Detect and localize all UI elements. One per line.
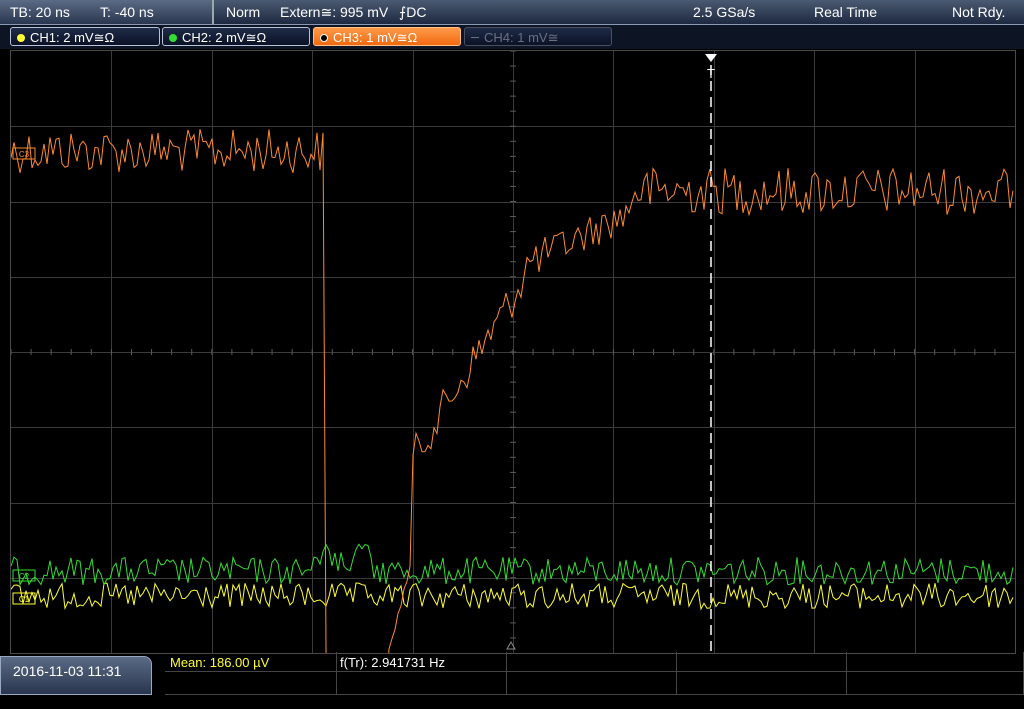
ch3-trace — [10, 129, 1014, 702]
ch3-dot-icon — [320, 34, 328, 42]
ch2-offset-marker-text: C2 — [19, 572, 30, 581]
acquisition-label: Real Time — [814, 4, 878, 20]
meas-cell-3 — [507, 652, 677, 672]
channel-tab-ch2[interactable]: CH2: 2 mV≅Ω — [162, 27, 310, 46]
timebase-label: TB: 20 ns — [10, 4, 70, 20]
waveform-display[interactable]: T C3 C2 C1 — [10, 50, 1016, 702]
measurement-table — [165, 652, 1024, 695]
trigger-time-label: T: -40 ns — [100, 4, 154, 20]
ch4-label: CH4: 1 mV≅ — [484, 30, 559, 45]
frequency-measurement: f(Tr): 2.941731 Hz — [340, 655, 446, 670]
timebase-box[interactable]: TB: 20 ns T: -40 ns — [0, 0, 214, 24]
ch1-trace — [10, 582, 1014, 611]
state-label: Not Rdy. — [952, 4, 1006, 20]
graticule — [10, 50, 1015, 653]
sample-rate-label: 2.5 GSa/s — [693, 4, 756, 20]
trigger-coupling-label[interactable]: ⨍DC — [399, 0, 427, 24]
meas-cell-8 — [507, 672, 677, 695]
ch3-offset-marker-text: C3 — [19, 150, 30, 159]
ch3-label: CH3: 1 mV≅Ω — [333, 30, 418, 45]
timestamp-label: 2016-11-03 11:31 — [13, 663, 122, 679]
waveform-svg: T C3 C2 C1 — [10, 50, 1015, 702]
ch1-label: CH1: 2 mV≅Ω — [30, 30, 115, 45]
meas-cell-4 — [677, 652, 847, 672]
meas-cell-7 — [337, 672, 507, 695]
meas-cell-9 — [677, 672, 847, 695]
channel-tab-ch3[interactable]: CH3: 1 mV≅Ω — [313, 27, 461, 46]
ch2-label: CH2: 2 mV≅Ω — [182, 30, 267, 45]
timestamp-box[interactable]: 2016-11-03 11:31 — [0, 656, 152, 695]
channel-tab-ch4[interactable]: CH4: 1 mV≅ — [464, 27, 612, 46]
meas-cell-6 — [165, 672, 337, 695]
trigger-marker-text: T — [707, 66, 715, 81]
mode-label[interactable]: Norm — [226, 0, 260, 24]
ch1-offset-marker-text: C1 — [19, 595, 30, 604]
channel-tab-ch1[interactable]: CH1: 2 mV≅Ω — [10, 27, 160, 46]
meas-cell-10 — [847, 672, 1024, 695]
channel-bar: CH1: 2 mV≅Ω CH2: 2 mV≅Ω CH3: 1 mV≅Ω CH4:… — [0, 25, 1024, 49]
mean-measurement: Mean: 186.00 µV — [170, 655, 270, 670]
trigger-source-label[interactable]: Extern≅: 995 mV — [280, 0, 388, 24]
ch1-dot-icon — [17, 34, 25, 42]
status-bar: TB: 20 ns T: -40 ns Norm Extern≅: 995 mV… — [0, 0, 1024, 25]
meas-cell-5 — [847, 652, 1024, 672]
trigger-position-arrow-icon[interactable] — [705, 54, 717, 62]
ch4-off-icon — [471, 37, 479, 38]
ch2-dot-icon — [169, 34, 177, 42]
